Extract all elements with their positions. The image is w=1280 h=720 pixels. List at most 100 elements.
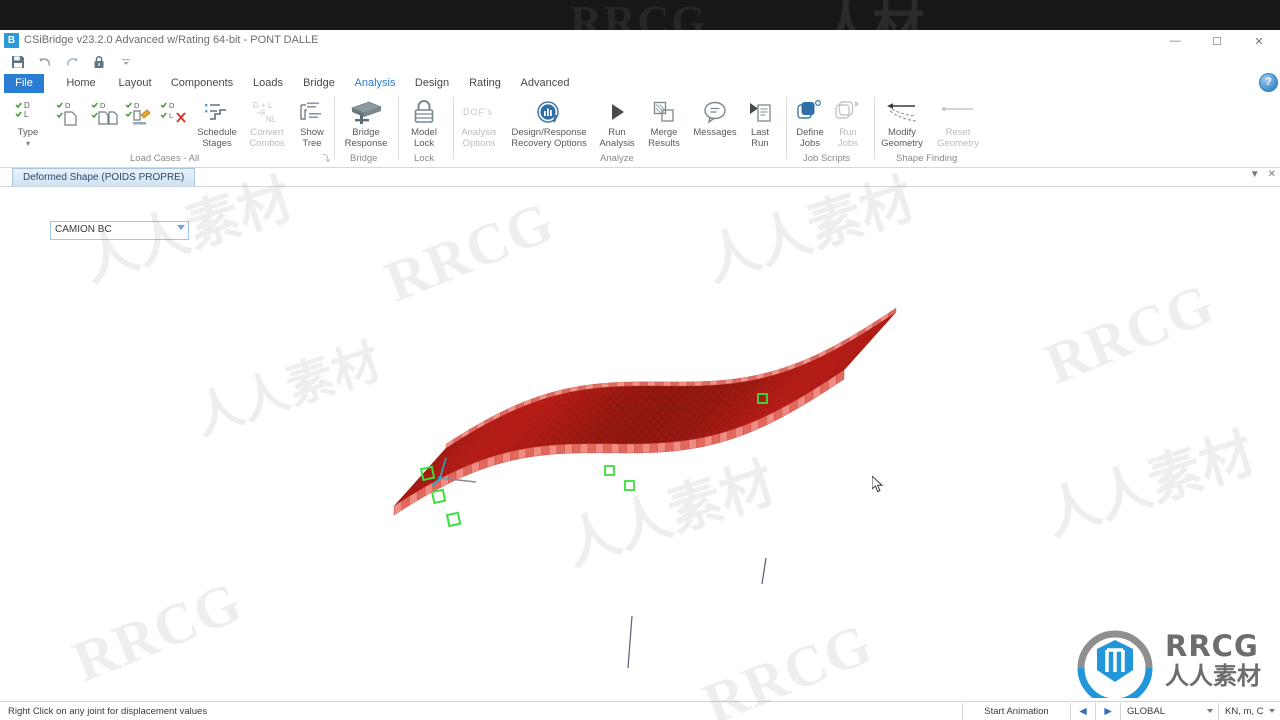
deck-edge-element: [701, 381, 710, 386]
deck-edge-element: [556, 444, 565, 455]
minimize-button[interactable]: —: [1154, 30, 1196, 52]
last-run-button[interactable]: Last Run: [742, 97, 778, 149]
svg-text:D: D: [169, 101, 175, 110]
window-title: CSiBridge v23.2.0 Advanced w/Rating 64-b…: [24, 34, 319, 46]
save-icon[interactable]: [10, 54, 26, 70]
deck-edge-element: [525, 447, 534, 458]
ribbon-tab-loads[interactable]: Loads: [246, 74, 290, 93]
deck-edge-element: [533, 446, 542, 457]
svg-text:DOF's: DOF's: [463, 107, 493, 117]
chevron-down-icon[interactable]: [1207, 709, 1213, 713]
bridge-response-button[interactable]: Bridge Response: [340, 97, 392, 149]
close-button[interactable]: ✕: [1238, 30, 1280, 52]
deck-edge-element: [634, 443, 643, 454]
define-jobs-button[interactable]: Define Jobs: [790, 97, 830, 149]
copy-load-case-button[interactable]: D: [88, 99, 124, 129]
deck-edge-element: [510, 449, 519, 462]
convert-combos-button-label: Convert: [250, 127, 284, 138]
define-jobs-button-sublabel: Jobs: [799, 138, 821, 149]
deck-edge-element: [655, 381, 664, 387]
ribbon-tab-advanced[interactable]: Advanced: [514, 74, 576, 93]
ribbon-tab-file[interactable]: File: [4, 74, 44, 93]
design-response-recovery-button-sublabel: Recovery Options: [511, 138, 587, 149]
chevron-down-icon[interactable]: [177, 225, 185, 230]
dl-modify-icon: D: [122, 99, 158, 129]
chevron-down-icon[interactable]: [1269, 709, 1275, 713]
chevron-down-icon[interactable]: ▾: [8, 138, 48, 149]
deck-edge-element: [595, 443, 604, 454]
modify-load-case-button[interactable]: D: [122, 99, 158, 129]
show-tree-button-sublabel: Tree: [302, 138, 322, 149]
load-cases-group-dialog-launcher[interactable]: ⤵: [322, 153, 330, 164]
coordinate-system-select[interactable]: GLOBAL: [1120, 703, 1218, 720]
help-icon[interactable]: ?: [1259, 73, 1278, 92]
reset-geometry-button: Reset Geometry: [932, 97, 984, 149]
ribbon-tab-rating[interactable]: Rating: [462, 74, 508, 93]
deck-edge-element: [600, 382, 610, 388]
ribbon-tab-home[interactable]: Home: [58, 74, 104, 93]
reset-geometry-button-sublabel: Geometry: [937, 138, 979, 149]
document-tab-deformed-shape[interactable]: Deformed Shape (POIDS PROPRE): [12, 168, 196, 186]
add-load-case-button[interactable]: D: [52, 99, 88, 129]
load-case-type-button[interactable]: D L Type ▾: [8, 97, 48, 149]
undo-icon[interactable]: [37, 54, 53, 70]
quick-access-toolbar[interactable]: [0, 52, 1280, 72]
units-value: KN, m, C: [1225, 706, 1264, 717]
delete-load-case-button[interactable]: DL: [156, 99, 192, 129]
ribbon-tab-layout[interactable]: Layout: [110, 74, 160, 93]
units-select[interactable]: KN, m, C: [1218, 703, 1280, 720]
deck-edge-element: [678, 381, 687, 387]
deck-edge-element: [709, 380, 718, 386]
start-animation-button[interactable]: Start Animation: [962, 703, 1070, 720]
message-icon: [689, 97, 741, 127]
lock-icon[interactable]: [91, 54, 107, 70]
deck-edge-element: [616, 381, 625, 387]
schedule-stages-button-sublabel: Stages: [202, 138, 232, 149]
next-step-button[interactable]: ▶: [1095, 703, 1120, 720]
deck-edge-element: [647, 381, 656, 387]
model-lock-button-sublabel: Lock: [413, 138, 435, 149]
restore-window-icon[interactable]: ▼: [1250, 169, 1260, 180]
model-lock-button[interactable]: Model Lock: [404, 97, 444, 149]
window-controls[interactable]: — ☐ ✕: [1154, 30, 1280, 52]
coordinate-system-value: GLOBAL: [1127, 706, 1166, 717]
load-cases-group-label: Load Cases - All: [130, 153, 200, 164]
deck-edge-element: [642, 443, 651, 454]
schedule-stages-button[interactable]: Schedule Stages: [194, 97, 240, 149]
ribbon-tab-analysis[interactable]: Analysis: [348, 74, 402, 93]
document-window-controls[interactable]: ▼ ✕: [1250, 169, 1276, 180]
app-logo-icon: B: [4, 33, 19, 48]
dl-add-icon: D: [52, 99, 88, 129]
deck-edge-element: [611, 443, 620, 454]
customize-icon[interactable]: [118, 54, 134, 70]
deck-edge-element: [704, 435, 713, 447]
bridge-group-label: Bridge: [350, 153, 378, 164]
ribbon-tab-bar[interactable]: File Home Layout Components Loads Bridge Analy…: [0, 74, 1280, 93]
close-window-icon[interactable]: ✕: [1268, 169, 1276, 180]
load-case-combo[interactable]: CAMION BC: [50, 221, 189, 240]
deck-edge-element: [732, 377, 742, 384]
show-tree-button[interactable]: Show Tree: [293, 97, 331, 149]
maximize-button[interactable]: ☐: [1196, 30, 1238, 52]
svg-text:D + L: D + L: [253, 101, 273, 110]
letterbox-watermark-cn: 人材: [820, 0, 925, 57]
messages-button[interactable]: Messages: [689, 97, 741, 138]
shape-finding-group-label: Shape Finding: [896, 153, 958, 164]
ribbon-tab-bridge[interactable]: Bridge: [296, 74, 342, 93]
last-run-button-label: Last: [751, 127, 769, 138]
deck-edge-element: [608, 382, 617, 388]
deck-edge-element: [548, 444, 558, 455]
status-bar: Right Click on any joint for displacemen…: [0, 701, 1280, 720]
modify-geometry-button[interactable]: Modify Geometry: [876, 97, 928, 149]
analysis-options-button: DOF's Analysis Options: [456, 97, 502, 149]
ribbon-tab-design[interactable]: Design: [408, 74, 456, 93]
design-response-recovery-button[interactable]: Design/Response Recovery Options: [504, 97, 594, 149]
run-analysis-button[interactable]: Run Analysis: [596, 97, 638, 149]
merge-results-button[interactable]: Merge Results: [641, 97, 687, 149]
ribbon-tab-components[interactable]: Components: [164, 74, 240, 93]
previous-step-button[interactable]: ◀: [1070, 703, 1095, 720]
gauge-icon: [504, 97, 594, 127]
redo-icon[interactable]: [64, 54, 80, 70]
deck-edge-element: [632, 381, 641, 387]
support-columns: [627, 557, 767, 669]
